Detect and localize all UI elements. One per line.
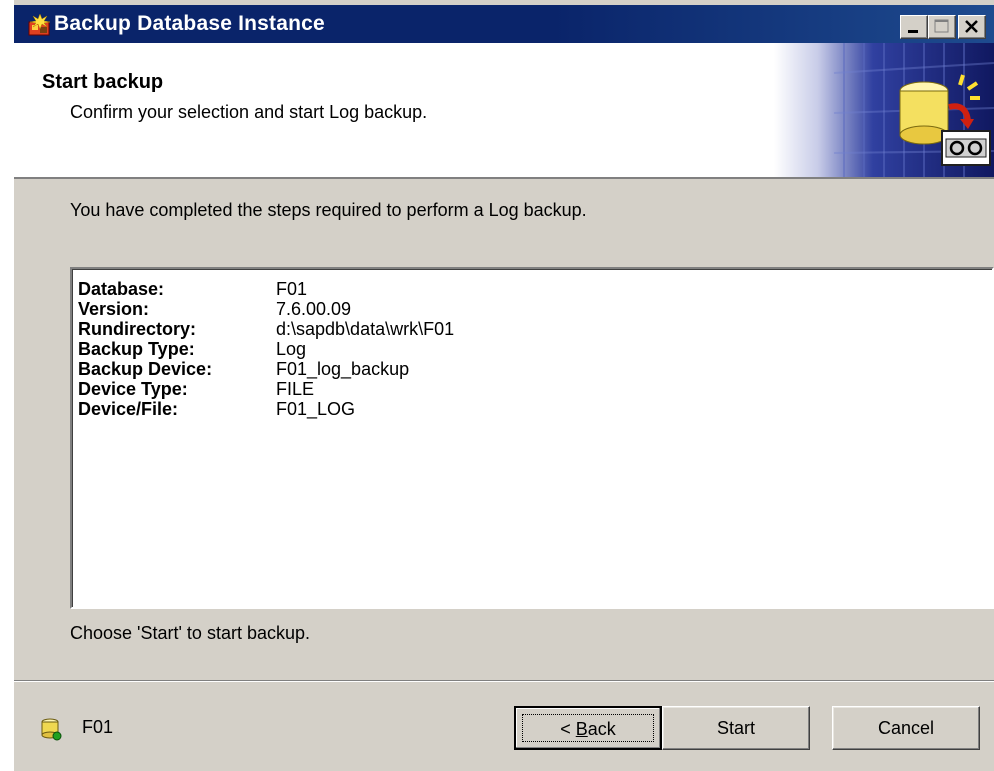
summary-row-database: Database: F01 bbox=[78, 279, 454, 299]
intro-text: You have completed the steps required to… bbox=[70, 200, 587, 220]
title-bar[interactable]: Backup Database Instance bbox=[14, 5, 994, 43]
backup-summary-list: Database: F01 Version: 7.6.00.09 Rundire… bbox=[78, 279, 454, 419]
maximize-icon bbox=[934, 19, 949, 33]
desktop-background bbox=[0, 0, 14, 771]
summary-value: d:\sapdb\data\wrk\F01 bbox=[276, 319, 455, 339]
database-backup-tape-icon bbox=[774, 43, 994, 177]
summary-row-backup-type: Backup Type: Log bbox=[78, 339, 454, 359]
back-button-rest: ack bbox=[587, 719, 616, 739]
window-title: Backup Database Instance bbox=[54, 12, 325, 35]
back-button-accel: B bbox=[575, 719, 588, 739]
summary-value: F01_log_backup bbox=[276, 359, 410, 379]
back-button-focus: < Back bbox=[522, 714, 654, 742]
database-instance-icon bbox=[41, 718, 62, 741]
page-subtitle: Confirm your selection and start Log bac… bbox=[70, 102, 428, 122]
summary-key: Backup Device: bbox=[78, 359, 213, 379]
summary-key: Device Type: bbox=[78, 379, 188, 399]
summary-key: Database: bbox=[78, 279, 165, 299]
summary-row-version: Version: 7.6.00.09 bbox=[78, 299, 454, 319]
start-button[interactable]: Start bbox=[662, 706, 810, 750]
minimize-button[interactable] bbox=[900, 15, 928, 39]
back-button-prefix: < bbox=[560, 719, 576, 739]
summary-key: Rundirectory: bbox=[78, 319, 197, 339]
backup-wizard-icon bbox=[28, 13, 51, 36]
close-button[interactable] bbox=[958, 15, 986, 39]
start-button-label: Start bbox=[716, 718, 755, 738]
summary-row-rundirectory: Rundirectory: d:\sapdb\data\wrk\F01 bbox=[78, 319, 454, 339]
backup-summary-box[interactable]: Database: F01 Version: 7.6.00.09 Rundire… bbox=[70, 267, 994, 609]
summary-row-device-file: Device/File: F01_LOG bbox=[78, 399, 454, 419]
instance-label: F01 bbox=[82, 717, 114, 737]
summary-row-backup-device: Backup Device: F01_log_backup bbox=[78, 359, 454, 379]
cancel-button[interactable]: Cancel bbox=[832, 706, 980, 750]
footer-divider bbox=[14, 680, 994, 682]
summary-value: F01 bbox=[276, 279, 308, 299]
summary-value: F01_LOG bbox=[276, 399, 356, 419]
minimize-icon bbox=[908, 30, 918, 33]
start-hint-text: Choose 'Start' to start backup. bbox=[70, 623, 310, 643]
back-button[interactable]: < Back bbox=[514, 706, 662, 750]
wizard-header: Start backup Confirm your selection and … bbox=[14, 43, 994, 179]
summary-value: 7.6.00.09 bbox=[276, 299, 352, 319]
summary-key: Version: bbox=[78, 299, 150, 319]
summary-row-device-type: Device Type: FILE bbox=[78, 379, 454, 399]
summary-value: FILE bbox=[276, 379, 315, 399]
summary-key: Device/File: bbox=[78, 399, 179, 419]
summary-key: Backup Type: bbox=[78, 339, 195, 359]
page-title: Start backup bbox=[42, 71, 164, 93]
maximize-button[interactable] bbox=[928, 15, 956, 39]
backup-wizard-window: Backup Database Instance Start backup Co… bbox=[14, 0, 994, 771]
cancel-button-label: Cancel bbox=[877, 718, 935, 738]
summary-value: Log bbox=[276, 339, 307, 359]
close-icon bbox=[965, 20, 978, 33]
